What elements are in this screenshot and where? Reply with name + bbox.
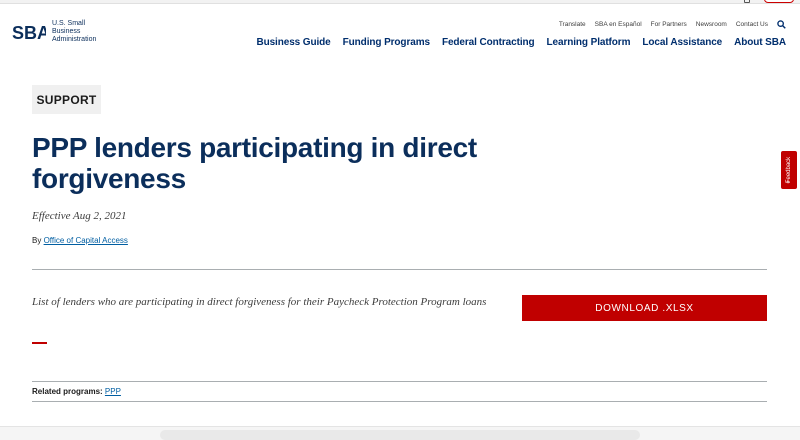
logo-org-name: U.S. Small Business Administration (52, 20, 97, 43)
sba-logo[interactable]: SBA U.S. Small Business Administration (12, 20, 112, 44)
browser-top-strip (0, 0, 800, 4)
accent-divider (32, 342, 47, 344)
nav-business-guide[interactable]: Business Guide (256, 37, 330, 48)
page-title: PPP lenders participating in direct forg… (32, 132, 477, 194)
related-programs-label: Related programs: (32, 387, 103, 396)
utility-link-contact[interactable]: Contact Us (736, 21, 768, 28)
svg-text:SBA: SBA (12, 23, 46, 42)
divider (32, 401, 767, 402)
summary-text: List of lenders who are participating in… (32, 296, 487, 308)
main-nav: Business Guide Funding Programs Federal … (256, 37, 786, 48)
category-badge-label: SUPPORT (36, 92, 97, 107)
page-bottom-shadow (160, 430, 640, 440)
search-icon[interactable] (777, 20, 786, 29)
divider (32, 269, 767, 270)
nav-federal-contracting[interactable]: Federal Contracting (442, 37, 535, 48)
category-badge: SUPPORT (32, 85, 101, 114)
related-programs: Related programs: PPP (32, 387, 121, 396)
utility-link-translate[interactable]: Translate (559, 21, 586, 28)
plus-icon: + (786, 179, 791, 186)
utility-link-partners[interactable]: For Partners (651, 21, 687, 28)
nav-about-sba[interactable]: About SBA (734, 37, 786, 48)
utility-link-espanol[interactable]: SBA en Español (595, 21, 642, 28)
divider (32, 381, 767, 382)
byline: By Office of Capital Access (32, 236, 128, 245)
effective-date: Effective Aug 2, 2021 (32, 210, 127, 222)
related-program-link-ppp[interactable]: PPP (105, 387, 121, 396)
nav-local-assistance[interactable]: Local Assistance (642, 37, 722, 48)
site-header: SBA U.S. Small Business Administration T… (0, 6, 800, 58)
byline-office-link[interactable]: Office of Capital Access (44, 236, 128, 245)
byline-prefix: By (32, 236, 42, 245)
square-icon (744, 0, 750, 3)
nav-funding-programs[interactable]: Funding Programs (343, 37, 430, 48)
nav-learning-platform[interactable]: Learning Platform (547, 37, 631, 48)
top-strip-button[interactable] (764, 0, 794, 3)
sba-logo-mark: SBA (12, 23, 46, 42)
utility-link-newsroom[interactable]: Newsroom (696, 21, 727, 28)
utility-nav: Translate SBA en Español For Partners Ne… (559, 20, 786, 29)
download-button-label: DOWNLOAD .XLSX (595, 302, 694, 314)
feedback-tab[interactable]: Feedback + (781, 151, 797, 189)
download-xlsx-button[interactable]: DOWNLOAD .XLSX (522, 295, 767, 321)
